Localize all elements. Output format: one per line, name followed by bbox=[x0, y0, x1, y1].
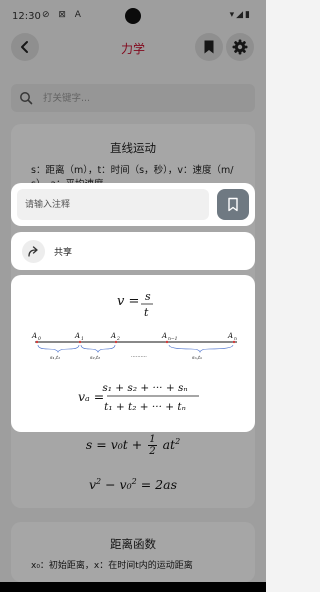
point-marker bbox=[78, 340, 82, 344]
preview-formula1-numerator: s bbox=[145, 290, 151, 303]
segment-label: sₙ,tₙ bbox=[192, 355, 202, 361]
segment-label: s₁,t₁ bbox=[50, 355, 60, 361]
preview-formula2-lhs: vₐ = bbox=[78, 389, 104, 404]
point-marker bbox=[35, 340, 39, 344]
save-bookmark-button[interactable] bbox=[217, 189, 249, 220]
point-label: A bbox=[161, 332, 167, 340]
share-row[interactable]: 共享 bbox=[11, 232, 255, 270]
formula-preview-image: v = s t A 0 A 1 A 2 A n−1 A n s₁,t₁ s₂,t… bbox=[31, 290, 237, 413]
point-label-sub: 0 bbox=[38, 336, 41, 342]
point-marker bbox=[114, 340, 118, 344]
point-label-sub: n−1 bbox=[168, 336, 178, 342]
point-label: A bbox=[31, 332, 37, 340]
bookmark-outline-icon bbox=[228, 197, 238, 212]
share-label: 共享 bbox=[54, 248, 73, 258]
segment-label: s₂,t₂ bbox=[90, 355, 100, 361]
segment-brace bbox=[37, 344, 80, 353]
preview-formula1-denominator: t bbox=[144, 306, 149, 319]
note-panel bbox=[11, 183, 255, 226]
share-icon bbox=[28, 246, 38, 257]
point-label: A bbox=[110, 332, 116, 340]
formula-preview: v = s t A 0 A 1 A 2 A n−1 A n s₁,t₁ s₂,t… bbox=[11, 275, 255, 432]
point-label: A bbox=[227, 332, 233, 340]
preview-formula2-denominator: t₁ + t₂ + ··· + tₙ bbox=[104, 401, 186, 413]
point-label: A bbox=[74, 332, 80, 340]
preview-formula2-numerator: s₁ + s₂ + ··· + sₙ bbox=[102, 382, 187, 394]
preview-formula1-lhs: v = bbox=[117, 294, 139, 309]
point-label-sub: 1 bbox=[81, 336, 84, 342]
share-icon-container bbox=[22, 240, 45, 263]
segment-brace bbox=[168, 344, 234, 353]
segment-ellipsis: .......... bbox=[131, 353, 147, 359]
point-marker bbox=[165, 340, 169, 344]
segment-brace bbox=[80, 344, 116, 353]
note-input[interactable] bbox=[17, 189, 209, 220]
point-marker bbox=[232, 340, 236, 344]
